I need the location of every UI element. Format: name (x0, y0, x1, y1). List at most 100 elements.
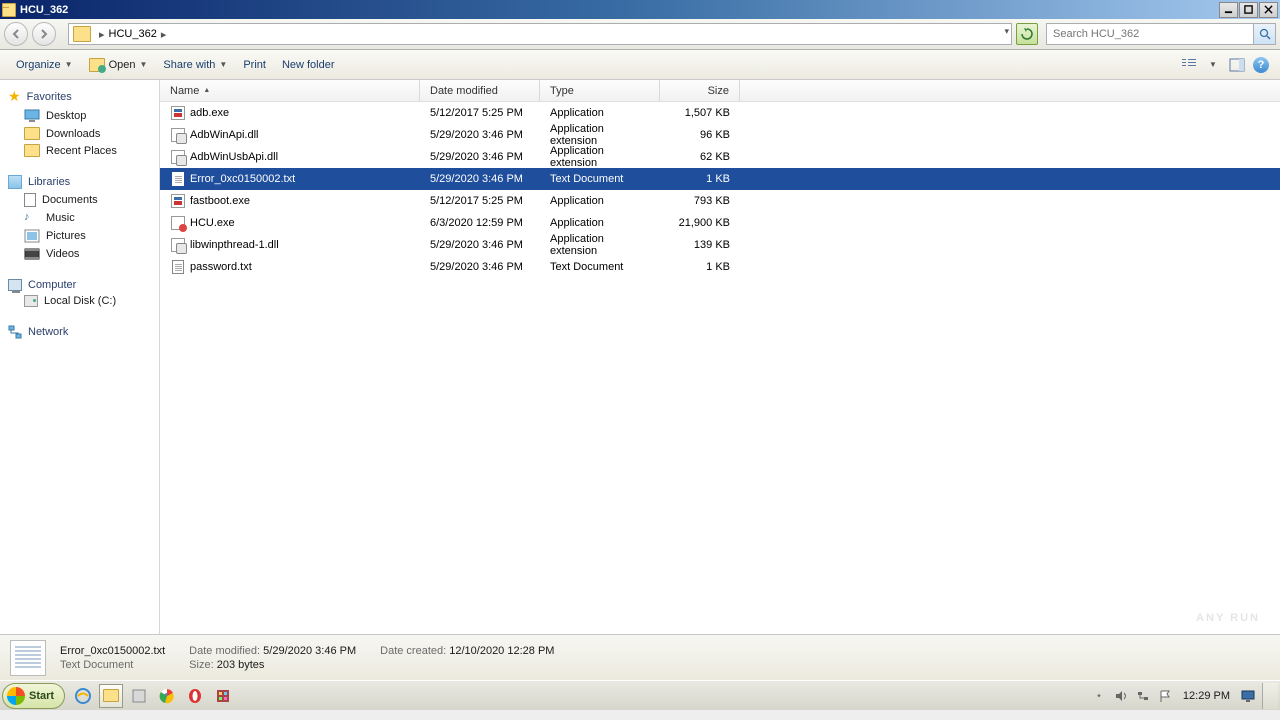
breadcrumb-sep: ▸ (95, 28, 109, 41)
search-button[interactable] (1253, 24, 1275, 44)
help-button[interactable]: ? (1250, 54, 1272, 76)
column-size[interactable]: Size (660, 80, 740, 101)
taskbar-app1[interactable] (127, 684, 151, 708)
taskbar-chrome[interactable] (155, 684, 179, 708)
file-date: 5/29/2020 3:46 PM (420, 239, 540, 251)
search-box[interactable] (1046, 23, 1276, 45)
column-type[interactable]: Type (540, 80, 660, 101)
file-name: HCU.exe (190, 217, 235, 229)
title-bar: HCU_362 (0, 0, 1280, 19)
nav-bar: ▸HCU_362▸ ▾ (0, 19, 1280, 50)
details-filetype: Text Document (60, 659, 165, 671)
taskbar-explorer[interactable] (99, 684, 123, 708)
file-date: 5/29/2020 3:46 PM (420, 173, 540, 185)
file-type: Application extension (540, 145, 660, 169)
sidebar-item-localdisk[interactable]: Local Disk (C:) (0, 293, 159, 309)
taskbar-app2[interactable] (211, 684, 235, 708)
print-button[interactable]: Print (235, 56, 274, 74)
file-name: AdbWinApi.dll (190, 129, 258, 141)
search-input[interactable] (1047, 28, 1253, 40)
file-row[interactable]: fastboot.exe5/12/2017 5:25 PMApplication… (160, 190, 1280, 212)
network-icon (8, 325, 22, 339)
preview-pane-button[interactable] (1226, 54, 1248, 76)
file-name: fastboot.exe (190, 195, 250, 207)
taskbar-clock[interactable]: 12:29 PM (1179, 690, 1234, 702)
file-row[interactable]: HCU.exe 6/3/2020 12:59 PMApplication21,90… (160, 212, 1280, 234)
file-size: 62 KB (660, 151, 740, 163)
sort-asc-icon: ▲ (203, 87, 210, 94)
address-dropdown-icon[interactable]: ▾ (1004, 26, 1009, 37)
exe-icon (170, 193, 186, 209)
tray-expand-icon[interactable]: ⋆ (1091, 688, 1107, 704)
file-date: 6/3/2020 12:59 PM (420, 217, 540, 229)
file-row[interactable]: AdbWinUsbApi.dll5/29/2020 3:46 PMApplica… (160, 146, 1280, 168)
details-pane: Error_0xc0150002.txt Date modified: 5/29… (0, 634, 1280, 680)
tray-network-icon[interactable] (1135, 688, 1151, 704)
tray-volume-icon[interactable] (1113, 688, 1129, 704)
sidebar-item-music[interactable]: ♪Music (0, 209, 159, 227)
file-size: 139 KB (660, 239, 740, 251)
address-bar[interactable]: ▸HCU_362▸ ▾ (68, 23, 1012, 45)
file-size: 1,507 KB (660, 107, 740, 119)
computer-header[interactable]: Computer (0, 277, 159, 293)
command-bar: Organize▼ Open▼ Share with▼ Print New fo… (0, 50, 1280, 80)
taskbar-opera[interactable] (183, 684, 207, 708)
nav-pane: ★Favorites Desktop Downloads Recent Plac… (0, 80, 160, 634)
dll-icon (170, 237, 186, 253)
file-type: Application (540, 217, 660, 229)
libraries-header[interactable]: Libraries (0, 173, 159, 191)
sidebar-item-downloads[interactable]: Downloads (0, 125, 159, 142)
window-title: HCU_362 (20, 4, 1218, 16)
view-dropdown[interactable]: ▼ (1202, 54, 1224, 76)
maximize-button[interactable] (1239, 2, 1258, 18)
tray-monitor-icon[interactable] (1240, 688, 1256, 704)
drive-icon (24, 295, 38, 307)
breadcrumb-item[interactable]: HCU_362 (109, 28, 157, 40)
close-button[interactable] (1259, 2, 1278, 18)
organize-button[interactable]: Organize▼ (8, 56, 81, 74)
folder-icon (24, 144, 40, 157)
file-row[interactable]: libwinpthread-1.dll5/29/2020 3:46 PMAppl… (160, 234, 1280, 256)
show-desktop-button[interactable] (1262, 683, 1278, 709)
watermark: ANY RUN (1196, 612, 1260, 624)
sidebar-item-recent[interactable]: Recent Places (0, 142, 159, 159)
sidebar-item-documents[interactable]: Documents (0, 191, 159, 209)
file-name: password.txt (190, 261, 252, 273)
view-button[interactable] (1178, 54, 1200, 76)
file-type: Text Document (540, 261, 660, 273)
system-tray: ⋆ 12:29 PM (1085, 688, 1262, 704)
file-type: Text Document (540, 173, 660, 185)
taskbar: Start ⋆ 12:29 PM (0, 680, 1280, 710)
file-row[interactable]: AdbWinApi.dll5/29/2020 3:46 PMApplicatio… (160, 124, 1280, 146)
file-row[interactable]: adb.exe5/12/2017 5:25 PMApplication1,507… (160, 102, 1280, 124)
sidebar-item-desktop[interactable]: Desktop (0, 107, 159, 125)
open-button[interactable]: Open▼ (81, 55, 156, 75)
start-button[interactable]: Start (2, 683, 65, 709)
column-headers: Name▲ Date modified Type Size (160, 80, 1280, 102)
tray-flag-icon[interactable] (1157, 688, 1173, 704)
file-row[interactable]: password.txt 5/29/2020 3:46 PMText Docume… (160, 256, 1280, 278)
share-button[interactable]: Share with▼ (155, 56, 235, 74)
sidebar-item-videos[interactable]: Videos (0, 245, 159, 263)
file-date: 5/29/2020 3:46 PM (420, 261, 540, 273)
back-button[interactable] (4, 22, 28, 46)
network-header[interactable]: Network (0, 323, 159, 341)
file-row[interactable]: Error_0xc0150002.txt5/29/2020 3:46 PMTex… (160, 168, 1280, 190)
taskbar-ie[interactable] (71, 684, 95, 708)
forward-button[interactable] (32, 22, 56, 46)
sidebar-item-pictures[interactable]: Pictures (0, 227, 159, 245)
minimize-button[interactable] (1219, 2, 1238, 18)
folder-icon (24, 127, 40, 140)
folder-icon (73, 26, 91, 42)
column-date[interactable]: Date modified (420, 80, 540, 101)
column-name[interactable]: Name▲ (160, 80, 420, 101)
file-size: 1 KB (660, 261, 740, 273)
file-size: 96 KB (660, 129, 740, 141)
windows-orb-icon (7, 687, 25, 705)
favorites-header[interactable]: ★Favorites (0, 86, 159, 107)
document-icon (24, 193, 36, 207)
file-size: 21,900 KB (660, 217, 740, 229)
file-type: Application extension (540, 123, 660, 147)
refresh-button[interactable] (1016, 23, 1038, 45)
newfolder-button[interactable]: New folder (274, 56, 343, 74)
